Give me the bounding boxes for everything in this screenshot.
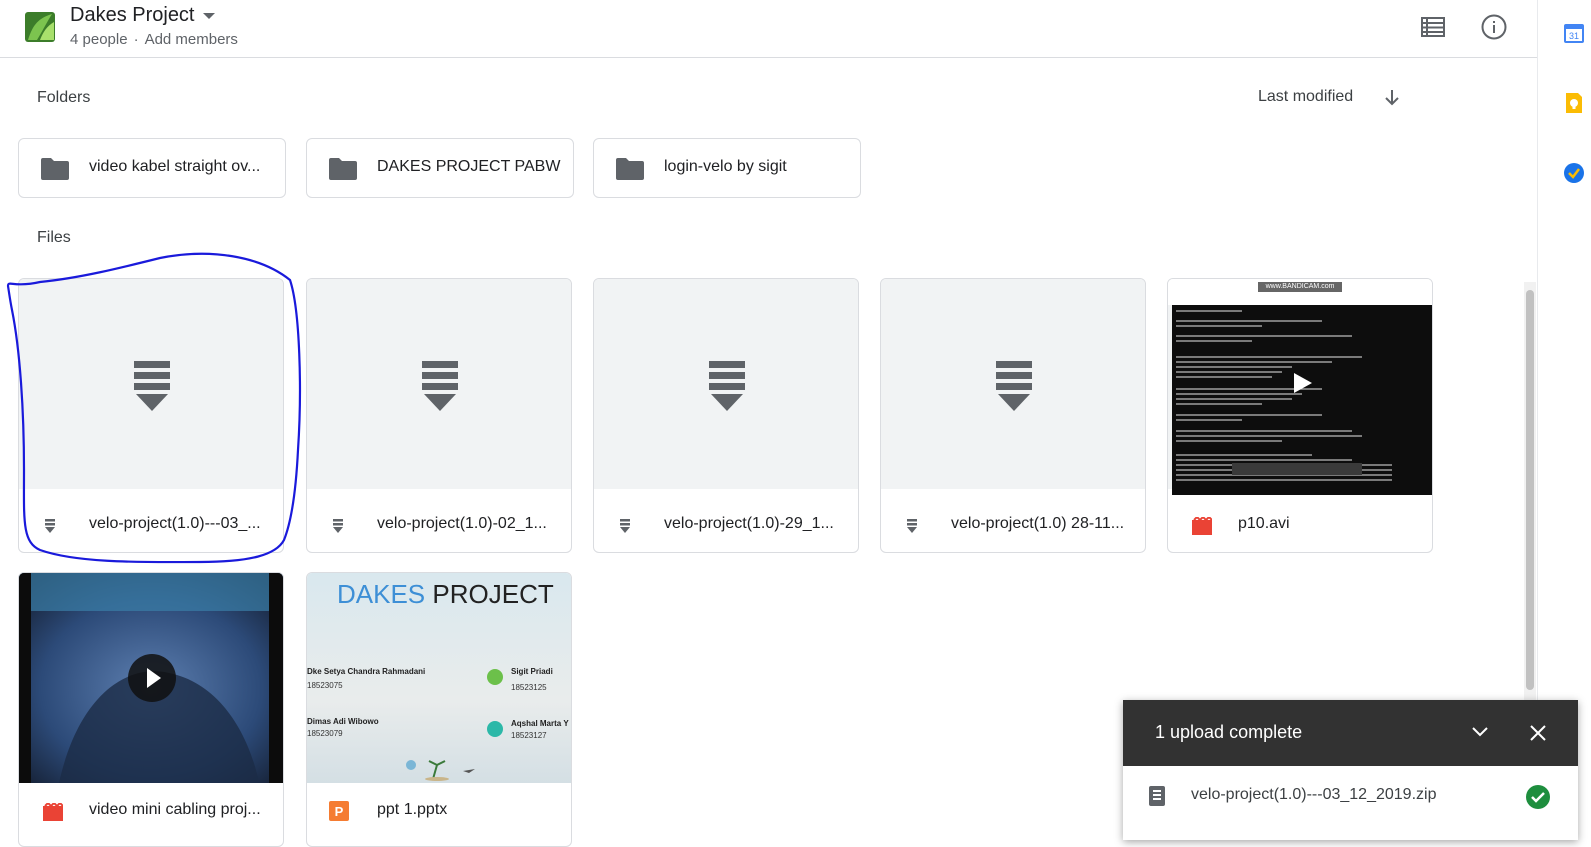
slides-icon: P: [329, 801, 349, 821]
folders-heading: Folders: [37, 89, 91, 106]
member-name: Sigit Priadi: [511, 667, 553, 676]
zip-file-icon: [996, 361, 1032, 411]
zip-icon: [333, 519, 343, 533]
chevron-down-icon[interactable]: [1471, 725, 1489, 739]
toast-title: 1 upload complete: [1155, 722, 1303, 742]
slide-title: DAKES PROJECT: [337, 579, 554, 609]
zip-icon: [45, 519, 55, 533]
member-id: 18523125: [511, 683, 547, 692]
zip-icon: [620, 519, 630, 533]
file-thumbnail: [307, 279, 571, 489]
folder-item[interactable]: login-velo by sigit: [593, 138, 861, 198]
zip-icon: [907, 519, 917, 533]
shared-drive-header: Dakes Project 4 people · Add members: [0, 0, 1537, 58]
file-card[interactable]: velo-project(1.0)-29_1...: [593, 278, 859, 553]
zip-file-icon: [134, 361, 170, 411]
folder-item[interactable]: DAKES PROJECT PABW: [306, 138, 574, 198]
member-badge-icon: [487, 721, 503, 737]
file-thumbnail: [594, 279, 858, 489]
member-name: Aqshal Marta Y: [511, 719, 569, 728]
video-thumbnail: [19, 573, 283, 783]
member-badge-icon: [487, 669, 503, 685]
drive-members-line: 4 people · Add members: [70, 31, 238, 48]
file-name: velo-project(1.0)-29_1...: [664, 515, 834, 532]
zip-file-icon: [709, 361, 745, 411]
sort-direction-arrow-icon[interactable]: [1383, 88, 1401, 108]
terminal-screenshot: [1172, 305, 1432, 495]
file-card[interactable]: video mini cabling proj...: [18, 572, 284, 847]
info-icon[interactable]: [1480, 13, 1508, 41]
close-icon[interactable]: [1529, 724, 1547, 742]
svg-text:P: P: [335, 804, 344, 819]
file-name: velo-project(1.0) 28-11...: [951, 515, 1125, 532]
team-drive-icon: [25, 12, 55, 42]
file-card[interactable]: velo-project(1.0)---03_...: [18, 278, 284, 553]
upload-toast: 1 upload complete velo-project(1.0)---03…: [1123, 700, 1578, 840]
folder-name: DAKES PROJECT PABW: [377, 158, 561, 175]
chevron-down-icon[interactable]: [203, 13, 215, 19]
tasks-icon[interactable]: [1563, 162, 1585, 184]
file-thumbnail: [19, 279, 283, 489]
file-name: velo-project(1.0)---03_...: [89, 515, 261, 532]
slides-thumbnail: DAKES PROJECT Dke Setya Chandra Rahmadan…: [307, 573, 571, 783]
add-members-link[interactable]: Add members: [145, 31, 238, 48]
uploaded-file-name[interactable]: velo-project(1.0)---03_12_2019.zip: [1191, 786, 1436, 804]
drive-title[interactable]: Dakes Project: [70, 4, 195, 27]
member-id: 18523075: [307, 681, 343, 690]
file-name: p10.avi: [1238, 515, 1290, 532]
video-icon: [1192, 517, 1212, 535]
file-card[interactable]: velo-project(1.0) 28-11...: [880, 278, 1146, 553]
member-name: Dke Setya Chandra Rahmadani: [307, 667, 426, 676]
play-icon[interactable]: [1292, 371, 1314, 395]
watermark-banner: www.BANDICAM.com: [1258, 282, 1342, 292]
member-id: 18523079: [307, 729, 343, 738]
people-count[interactable]: 4 people: [70, 31, 128, 48]
zip-icon: [1149, 786, 1165, 806]
file-card[interactable]: www.BANDICAM.com p10.avi: [1167, 278, 1433, 553]
file-thumbnail: [881, 279, 1145, 489]
folder-name: login-velo by sigit: [664, 158, 787, 175]
folder-icon: [616, 158, 644, 180]
file-name: ppt 1.pptx: [377, 801, 448, 818]
file-card[interactable]: velo-project(1.0)-02_1...: [306, 278, 572, 553]
files-heading: Files: [37, 229, 71, 246]
toast-header: 1 upload complete: [1123, 700, 1578, 766]
list-view-icon[interactable]: [1420, 14, 1446, 40]
member-name: Dimas Adi Wibowo: [307, 717, 379, 726]
video-icon: [43, 803, 63, 821]
separator: ·: [133, 31, 139, 48]
keep-icon[interactable]: [1563, 92, 1585, 114]
check-circle-icon: [1526, 785, 1550, 809]
scrollbar-thumb[interactable]: [1526, 290, 1534, 690]
folder-icon: [329, 158, 357, 180]
folder-item[interactable]: video kabel straight ov...: [18, 138, 286, 198]
zip-file-icon: [422, 361, 458, 411]
file-name: velo-project(1.0)-02_1...: [377, 515, 547, 532]
folder-icon: [41, 158, 69, 180]
file-card[interactable]: DAKES PROJECT Dke Setya Chandra Rahmadan…: [306, 572, 572, 847]
play-icon[interactable]: [127, 653, 177, 703]
folder-name: video kabel straight ov...: [89, 158, 261, 175]
sort-last-modified[interactable]: Last modified: [1258, 88, 1353, 106]
member-id: 18523127: [511, 731, 547, 740]
video-thumbnail: www.BANDICAM.com: [1168, 279, 1432, 495]
calendar-icon[interactable]: 31: [1563, 22, 1585, 44]
beach-illustration: [406, 760, 475, 781]
file-name: video mini cabling proj...: [89, 801, 261, 818]
svg-text:31: 31: [1569, 31, 1579, 41]
